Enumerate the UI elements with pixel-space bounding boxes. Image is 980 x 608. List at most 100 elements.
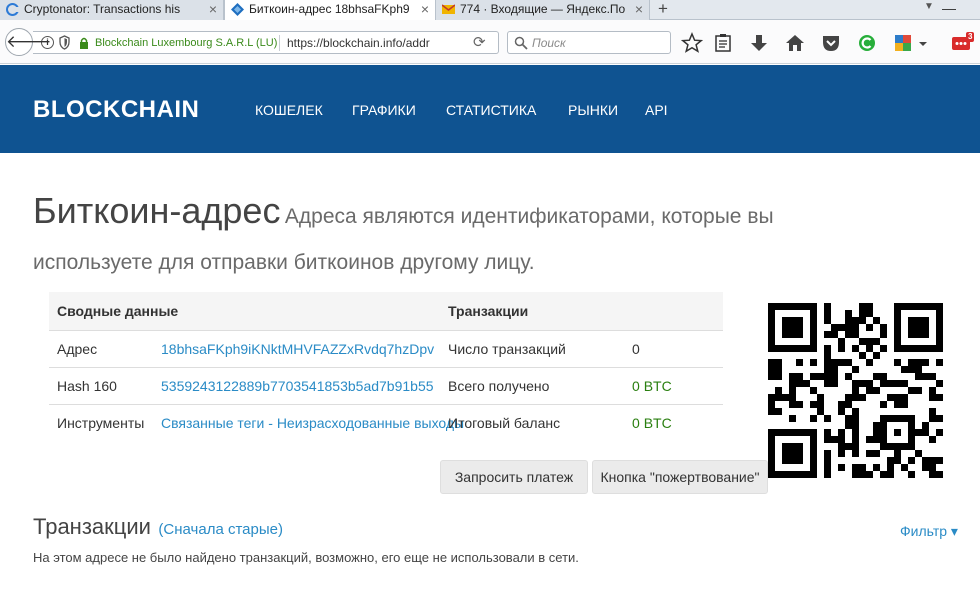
qr-module bbox=[936, 415, 943, 422]
qr-module bbox=[775, 366, 782, 373]
qr-module bbox=[859, 380, 866, 387]
menu-chevron-down-icon[interactable] bbox=[916, 32, 930, 54]
qr-module bbox=[908, 443, 915, 450]
qr-module bbox=[852, 345, 859, 352]
table-row: Hash 160 5359243122889b7703541853b5ad7b9… bbox=[49, 366, 724, 404]
request-payment-button[interactable]: Запросить платеж bbox=[440, 460, 588, 494]
close-tab-icon[interactable]: × bbox=[421, 0, 429, 19]
tab-cryptonator[interactable]: Cryptonator: Transactions his × bbox=[0, 0, 224, 20]
qr-module bbox=[796, 429, 803, 436]
pocket-icon[interactable] bbox=[820, 32, 842, 54]
window-minimize-button[interactable]: — bbox=[942, 0, 956, 16]
tab-bar: Cryptonator: Transactions his × Биткоин-… bbox=[0, 0, 980, 21]
back-button[interactable]: 🡐 bbox=[5, 28, 52, 56]
qr-module bbox=[845, 394, 852, 401]
donation-button[interactable]: Кнопка "пожертвование" bbox=[592, 460, 768, 494]
qr-module bbox=[782, 394, 789, 401]
qr-module bbox=[845, 415, 852, 422]
blockchain-logo[interactable]: BLOCKCHAIN bbox=[33, 95, 199, 125]
site-identity-label[interactable]: Blockchain Luxembourg S.A.R.L (LU) bbox=[95, 35, 277, 51]
qr-module bbox=[880, 324, 887, 331]
qr-module bbox=[894, 324, 901, 331]
related-tags-link[interactable]: Связанные теги bbox=[161, 415, 264, 431]
search-bar[interactable] bbox=[507, 31, 671, 54]
qr-module bbox=[810, 373, 817, 380]
qr-module bbox=[845, 317, 852, 324]
qr-module bbox=[796, 345, 803, 352]
address-link[interactable]: 18bhsaFKph9iKNktMHVFAZZxRvdq7hzDpv bbox=[155, 329, 441, 367]
reload-icon[interactable]: ⟳ bbox=[473, 33, 486, 51]
final-balance-label: Итоговый баланс bbox=[440, 403, 625, 441]
qr-module bbox=[796, 331, 803, 338]
qr-module bbox=[810, 429, 817, 436]
qr-module bbox=[880, 443, 887, 450]
qr-module bbox=[775, 303, 782, 310]
qr-module bbox=[866, 380, 873, 387]
close-tab-icon[interactable]: × bbox=[209, 0, 217, 19]
qr-module bbox=[824, 436, 831, 443]
hash160-link[interactable]: 5359243122889b7703541853b5ad7b91b55 bbox=[155, 366, 441, 404]
qr-module bbox=[782, 331, 789, 338]
home-icon[interactable] bbox=[784, 32, 806, 54]
extension-seo-icon[interactable] bbox=[892, 32, 914, 54]
search-icon bbox=[514, 36, 528, 50]
qr-module bbox=[831, 436, 838, 443]
qr-module bbox=[873, 422, 880, 429]
qr-module bbox=[936, 429, 943, 436]
nav-wallet[interactable]: КОШЕЛЕК bbox=[255, 102, 323, 118]
unspent-outputs-link[interactable]: Неизрасходованные выходы bbox=[277, 415, 464, 431]
qr-module bbox=[824, 310, 831, 317]
nav-markets[interactable]: РЫНКИ bbox=[568, 102, 618, 118]
qr-module bbox=[915, 429, 922, 436]
blockchain-favicon-icon bbox=[231, 3, 244, 16]
qr-module bbox=[894, 415, 901, 422]
address-bar[interactable]: i Blockchain Luxembourg S.A.R.L (LU) htt… bbox=[33, 31, 499, 54]
qr-module bbox=[768, 429, 775, 436]
nav-stats[interactable]: СТАТИСТИКА bbox=[446, 102, 536, 118]
qr-module bbox=[796, 471, 803, 478]
download-arrow-icon[interactable] bbox=[748, 32, 770, 54]
summary-header: Сводные данные bbox=[49, 292, 441, 330]
tab-yandex-mail[interactable]: 774 · Входящие — Яндекс.По × bbox=[436, 0, 650, 20]
url-text[interactable]: https://blockchain.info/addr bbox=[287, 35, 467, 51]
qr-module bbox=[817, 394, 824, 401]
qr-module bbox=[901, 443, 908, 450]
nav-api[interactable]: API bbox=[645, 102, 668, 118]
qr-module bbox=[922, 331, 929, 338]
table-row: Инструменты Связанные теги - Неизрасходо… bbox=[49, 403, 724, 441]
close-tab-icon[interactable]: × bbox=[635, 0, 643, 19]
tab-list-chevron-down-icon[interactable]: ▼ bbox=[924, 1, 934, 12]
transactions-header: Транзакции bbox=[440, 292, 724, 330]
qr-module bbox=[852, 471, 859, 478]
qr-module bbox=[768, 359, 775, 366]
qr-module bbox=[782, 324, 789, 331]
qr-module bbox=[936, 331, 943, 338]
qr-module bbox=[852, 415, 859, 422]
search-input[interactable] bbox=[532, 34, 666, 51]
qr-module bbox=[775, 408, 782, 415]
qr-module bbox=[824, 415, 831, 422]
qr-module bbox=[796, 373, 803, 380]
tab-blockchain[interactable]: Биткоин-адрес 18bhsaFKph9 × bbox=[224, 0, 436, 21]
filter-dropdown[interactable]: Фильтр ▾ bbox=[900, 523, 958, 540]
qr-module bbox=[789, 380, 796, 387]
reading-list-icon[interactable] bbox=[712, 32, 734, 54]
qr-module bbox=[936, 338, 943, 345]
qr-module bbox=[775, 394, 782, 401]
sort-order-link[interactable]: (Сначала старые) bbox=[158, 521, 283, 538]
qr-module bbox=[810, 345, 817, 352]
qr-module bbox=[782, 471, 789, 478]
bookmark-star-icon[interactable] bbox=[681, 32, 703, 54]
qr-module bbox=[838, 429, 845, 436]
nav-charts[interactable]: ГРАФИКИ bbox=[352, 102, 416, 118]
no-transactions-message: На этом адресе не было найдено транзакци… bbox=[33, 550, 579, 565]
secure-lock-icon[interactable] bbox=[79, 37, 89, 49]
qr-module bbox=[915, 317, 922, 324]
qr-module bbox=[789, 443, 796, 450]
tracking-shield-icon[interactable] bbox=[59, 35, 70, 50]
qr-module bbox=[782, 450, 789, 457]
cryptonator-favicon-icon bbox=[6, 3, 19, 16]
new-tab-button[interactable]: + bbox=[650, 0, 676, 19]
qr-module bbox=[866, 324, 873, 331]
extension-green-c-icon[interactable] bbox=[856, 32, 878, 54]
